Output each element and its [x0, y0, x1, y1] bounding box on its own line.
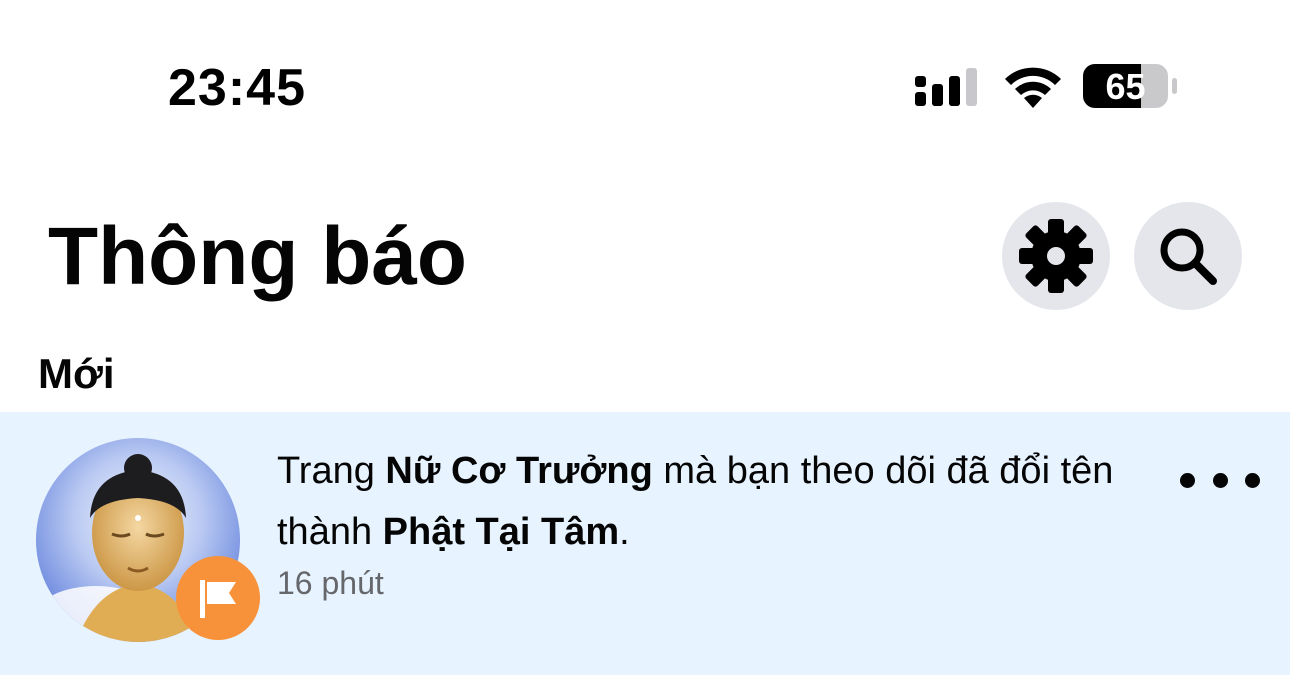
search-button[interactable]: [1134, 202, 1242, 310]
battery-indicator: 65: [1083, 64, 1179, 113]
notification-time: 16 phút: [277, 565, 384, 601]
gear-icon: [1019, 219, 1093, 293]
notification-text: Trang Nữ Cơ Trưởng mà bạn theo dõi đã đổ…: [277, 441, 1157, 563]
cellular-signal-icon: [915, 68, 977, 106]
section-label-new: Mới: [38, 350, 115, 397]
settings-button[interactable]: [1002, 202, 1110, 310]
more-options-icon: [1212, 472, 1228, 488]
wifi-icon: [1005, 67, 1061, 108]
page-title: Thông báo: [48, 211, 468, 302]
flag-icon: [200, 580, 236, 618]
search-icon: [1160, 228, 1217, 285]
notification-prefix: Trang: [277, 450, 386, 492]
notification-suffix: .: [619, 511, 630, 553]
status-time: 23:45: [168, 59, 306, 117]
status-bar: 23:45 65: [0, 0, 1290, 150]
page-badge: [176, 556, 260, 640]
more-options-icon: [1180, 472, 1195, 488]
more-options-icon: [1245, 472, 1260, 488]
more-options-button[interactable]: [1180, 460, 1260, 500]
notification-new-page-name: Phật Tại Tâm: [382, 511, 620, 553]
notification-old-page-name: Nữ Cơ Trưởng: [385, 450, 653, 492]
battery-level: 65: [1105, 66, 1146, 107]
